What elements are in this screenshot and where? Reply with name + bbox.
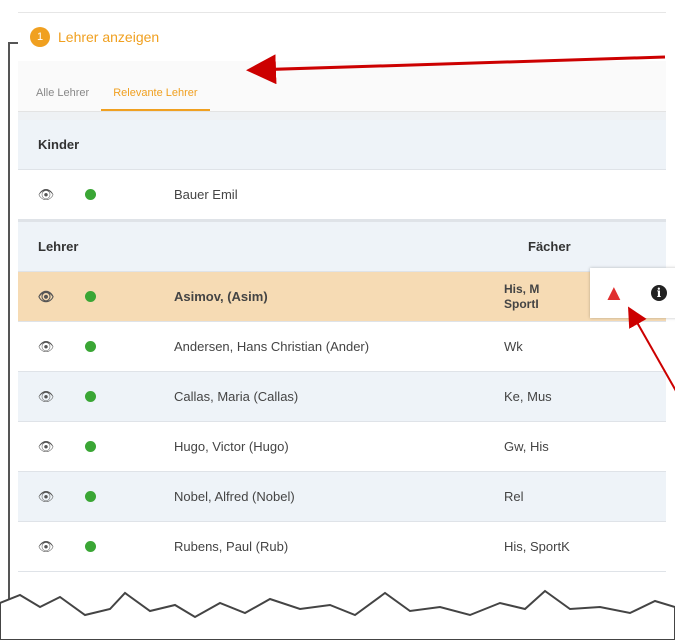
teacher-panel: 1 Lehrer anzeigen Alle Lehrer Relevante …	[18, 12, 666, 613]
status-dot-icon	[68, 291, 112, 302]
outer-frame-line	[8, 42, 10, 602]
step-badge: 1	[30, 27, 50, 47]
teacher-name: Rubens, Paul (Rub)	[174, 539, 289, 554]
teacher-subjects: Rel	[504, 489, 524, 504]
teacher-name: Callas, Maria (Callas)	[174, 389, 299, 404]
torn-paper-edge	[0, 589, 675, 640]
teacher-row[interactable]: 👁 Callas, Maria (Callas) Ke, Mus	[18, 372, 666, 422]
kinder-heading: Kinder	[38, 137, 80, 152]
teacher-name: Andersen, Hans Christian (Ander)	[174, 339, 370, 354]
status-dot-icon	[68, 189, 112, 200]
teacher-row[interactable]: 👁 Rubens, Paul (Rub) His, SportK	[18, 522, 666, 572]
kinder-header-row: Kinder	[18, 120, 666, 170]
eye-icon[interactable]: 👁	[24, 339, 68, 355]
tab-relevant-teachers[interactable]: Relevante Lehrer	[101, 87, 210, 111]
teacher-table: Kinder 👁 Bauer Emil Lehrer Fächer 👁 Asim…	[18, 120, 666, 572]
teacher-row[interactable]: 👁 Hugo, Victor (Hugo) Gw, His	[18, 422, 666, 472]
teacher-subjects: Wk	[504, 339, 523, 354]
child-name: Bauer Emil	[174, 187, 238, 202]
tab-bar: Alle Lehrer Relevante Lehrer	[18, 61, 666, 112]
teacher-subjects: His, SportK	[504, 539, 570, 554]
kinder-row[interactable]: 👁 Bauer Emil	[18, 170, 666, 222]
panel-title: Lehrer anzeigen	[58, 29, 160, 45]
status-dot-icon	[68, 341, 112, 352]
status-dot-icon	[68, 441, 112, 452]
info-icon[interactable]: i	[650, 285, 667, 301]
eye-icon[interactable]: 👁	[24, 489, 68, 505]
subjects-heading: Fächer	[528, 239, 571, 254]
eye-icon[interactable]: 👁	[24, 187, 68, 203]
teacher-subjects: Ke, Mus	[504, 389, 552, 404]
row-action-popup: ▲ i	[590, 268, 675, 318]
eye-icon[interactable]: 👁	[24, 539, 68, 555]
eye-icon[interactable]: 👁	[24, 389, 68, 405]
teacher-row[interactable]: 👁 Andersen, Hans Christian (Ander) Wk	[18, 322, 666, 372]
eye-icon[interactable]: 👁	[24, 289, 68, 305]
status-dot-icon	[68, 541, 112, 552]
tab-shade	[18, 112, 666, 120]
lehrer-heading: Lehrer	[38, 239, 79, 254]
status-dot-icon	[68, 391, 112, 402]
panel-header: 1 Lehrer anzeigen	[18, 13, 666, 61]
lehrer-header-row: Lehrer Fächer	[18, 222, 666, 272]
teacher-name: Nobel, Alfred (Nobel)	[174, 489, 295, 504]
eye-icon[interactable]: 👁	[24, 439, 68, 455]
teacher-row[interactable]: 👁 Asimov, (Asim) His, M SportI	[18, 272, 666, 322]
tab-all-teachers[interactable]: Alle Lehrer	[24, 87, 101, 111]
teacher-row[interactable]: 👁 Nobel, Alfred (Nobel) Rel	[18, 472, 666, 522]
status-dot-icon	[68, 491, 112, 502]
teacher-name: Asimov, (Asim)	[174, 289, 268, 304]
teacher-subjects: Gw, His	[504, 439, 549, 454]
warning-icon[interactable]: ▲	[603, 280, 625, 306]
teacher-name: Hugo, Victor (Hugo)	[174, 439, 289, 454]
